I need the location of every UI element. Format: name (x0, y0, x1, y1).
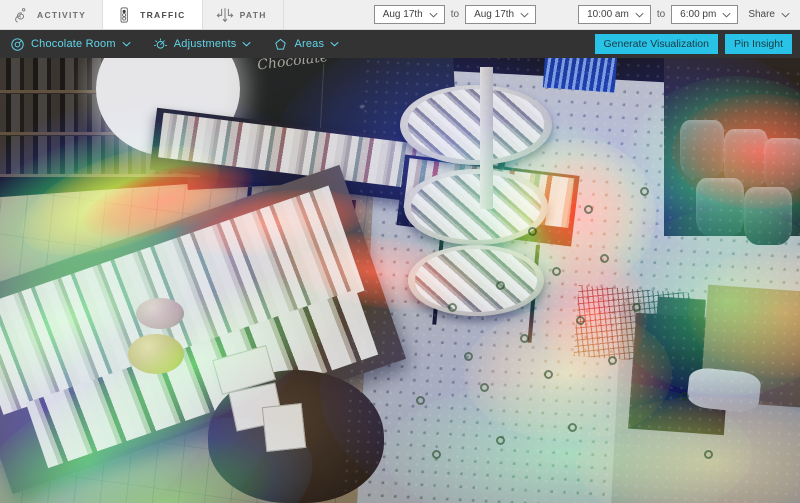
time-from-select[interactable]: 10:00 am (578, 5, 651, 24)
date-to-select[interactable]: Aug 17th (465, 5, 537, 24)
floor-rosette-marker (680, 391, 689, 401)
group-gap (540, 0, 574, 29)
chevron-down-icon (781, 12, 790, 17)
areas-selector[interactable]: Areas (273, 37, 339, 52)
time-from-value: 10:00 am (587, 9, 629, 20)
share-label: Share (748, 9, 775, 20)
brightness-dial-icon (153, 38, 167, 49)
pin-insight-button[interactable]: Pin Insight (724, 34, 792, 54)
floor-rosette-marker (480, 382, 489, 392)
camera-selector[interactable]: Chocolate Room (10, 37, 131, 52)
floor-rosette-marker (632, 302, 641, 312)
floor-rosette-marker (448, 302, 457, 312)
areas-selector-label: Areas (294, 38, 325, 50)
tab-path-label: PATH (239, 9, 267, 20)
tab-activity[interactable]: ACTIVITY (0, 0, 104, 29)
top-toolbar: ACTIVITY TRAFFIC PATH Aug 17th to Aug 17… (0, 0, 800, 30)
floor-rosette-marker (464, 351, 473, 361)
traffic-light-icon (115, 5, 133, 25)
share-menu[interactable]: Share (742, 0, 800, 29)
date-range-separator: to (450, 9, 460, 20)
date-range-group: Aug 17th to Aug 17th (370, 0, 540, 29)
time-to-value: 6:00 pm (680, 9, 717, 20)
adjustments-selector[interactable]: Adjustments (153, 37, 252, 52)
heatmap-viewport[interactable]: Chocolate (0, 58, 800, 503)
time-range-group: 10:00 am to 6:00 pm (574, 0, 742, 29)
date-to-value: Aug 17th (474, 9, 515, 20)
adjustments-selector-label: Adjustments (173, 38, 237, 50)
filter-subbar: Chocolate Room Adjustments Areas Generat… (0, 30, 800, 58)
tab-path[interactable]: PATH (203, 0, 284, 29)
time-to-select[interactable]: 6:00 pm (671, 5, 739, 24)
path-arrows-icon (215, 5, 234, 25)
floor-rosette-marker (432, 449, 441, 459)
traffic-heat-overlay (0, 58, 800, 503)
floor-rosette-marker (584, 204, 593, 214)
activity-swirl-icon (12, 5, 30, 25)
floor-rosette-marker (496, 280, 505, 290)
polygon-area-icon (275, 38, 287, 50)
floor-rosette-marker (640, 187, 649, 197)
tab-traffic[interactable]: TRAFFIC (103, 0, 203, 29)
chevron-down-icon (722, 12, 731, 17)
floor-rosette-marker (520, 333, 529, 343)
tab-traffic-label: TRAFFIC (140, 9, 186, 20)
chevron-down-icon (122, 41, 131, 47)
aperture-camera-icon (11, 37, 24, 51)
chevron-down-icon (242, 41, 252, 47)
time-range-separator: to (656, 9, 666, 20)
date-from-value: Aug 17th (382, 9, 423, 20)
app-root: ACTIVITY TRAFFIC PATH Aug 17th to Aug 17… (0, 0, 800, 503)
mode-tab-group: ACTIVITY TRAFFIC PATH (0, 0, 284, 29)
floor-rosette-marker (704, 449, 713, 459)
tab-activity-label: ACTIVITY (37, 9, 87, 20)
chevron-down-icon (429, 12, 438, 17)
chevron-down-icon (330, 41, 339, 47)
floor-rosette-marker (544, 369, 553, 379)
date-from-select[interactable]: Aug 17th (373, 5, 445, 24)
generate-visualization-button[interactable]: Generate Visualization (594, 34, 718, 54)
floor-rosette-marker (568, 422, 577, 432)
camera-selector-label: Chocolate Room (31, 38, 116, 50)
chevron-down-icon (635, 12, 644, 17)
chevron-down-icon (520, 12, 529, 17)
floor-rosette-marker (600, 253, 609, 263)
